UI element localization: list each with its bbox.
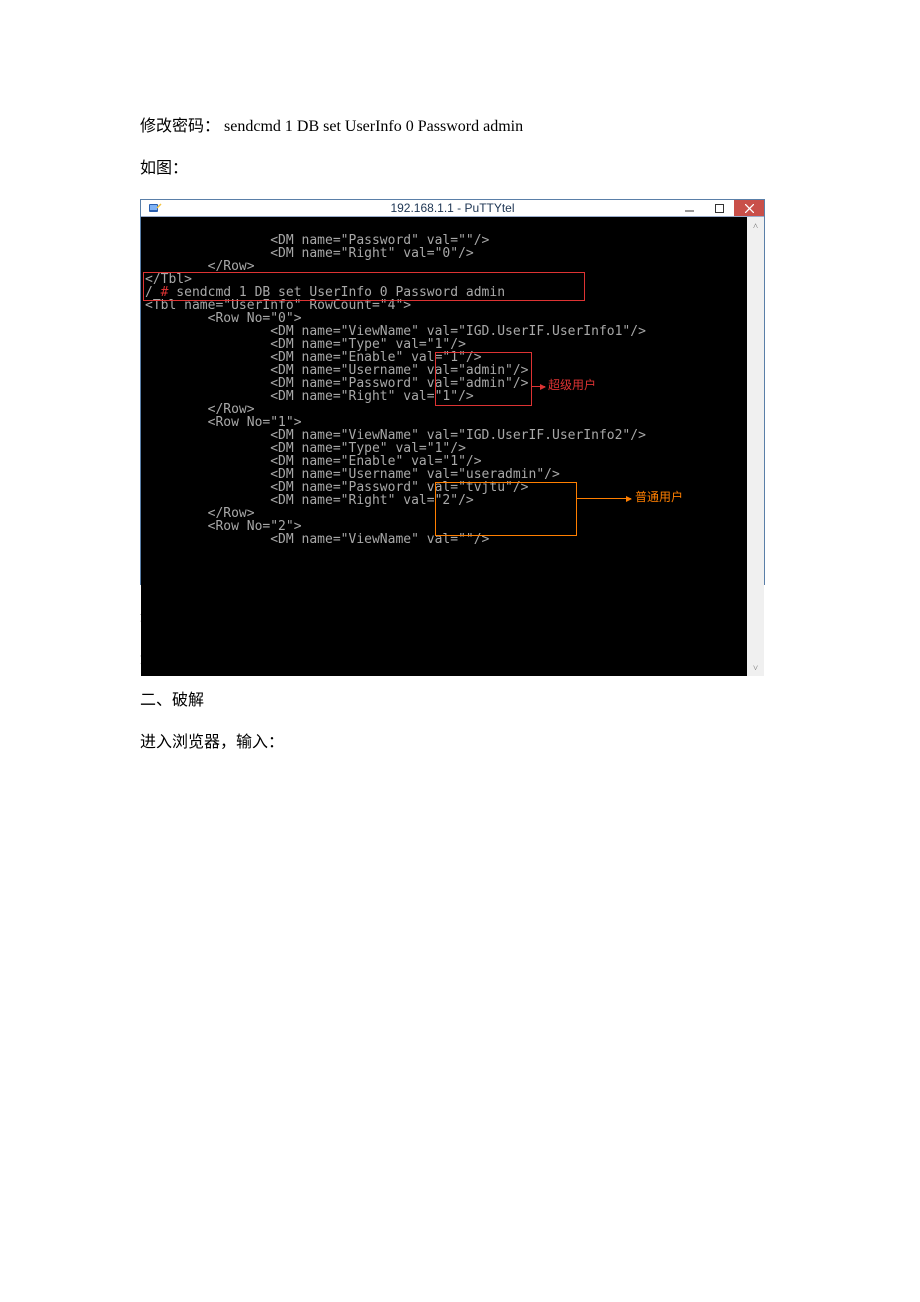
arrow-super	[531, 386, 545, 387]
scroll-down-button[interactable]: ˅	[747, 659, 764, 676]
arrow-normal	[576, 498, 631, 499]
annotation-normal-user: 普通用户	[635, 491, 683, 503]
window-buttons	[674, 200, 764, 216]
maximize-button[interactable]	[704, 200, 734, 216]
putty-icon	[147, 200, 163, 216]
window-title: 192.168.1.1 - PuTTYtel	[141, 201, 764, 215]
text-label: 修改密码：	[140, 118, 224, 135]
scroll-up-button[interactable]: ˄	[747, 217, 764, 234]
term-line: <DM name="ViewName" val=""/>	[145, 532, 489, 547]
paragraph-as-shown: 如图：	[140, 157, 780, 181]
terminal-output[interactable]: <DM name="Password" val=""/> <DM name="R…	[141, 217, 747, 676]
scrollbar[interactable]: ˄ ˅	[747, 217, 764, 676]
document-page: 修改密码： sendcmd 1 DB set UserInfo 0 Passwo…	[0, 0, 920, 1302]
titlebar: 192.168.1.1 - PuTTYtel	[141, 200, 764, 217]
command-text: sendcmd 1 DB set UserInfo 0 Password adm…	[224, 118, 523, 135]
minimize-button[interactable]	[674, 200, 704, 216]
annotation-super-user: 超级用户	[548, 379, 596, 391]
terminal-area: <DM name="Password" val=""/> <DM name="R…	[141, 217, 764, 676]
scroll-track[interactable]	[747, 234, 764, 659]
heading-section-2: 二、破解	[140, 689, 780, 713]
paragraph-browser: 进入浏览器，输入：	[140, 731, 780, 755]
paragraph-change-password: 修改密码： sendcmd 1 DB set UserInfo 0 Passwo…	[140, 115, 780, 139]
putty-window: 192.168.1.1 - PuTTYtel <DM name="Passwor…	[140, 199, 765, 585]
chevron-up-icon: ˄	[753, 221, 758, 231]
close-button[interactable]	[734, 200, 764, 216]
chevron-down-icon: ˅	[753, 663, 758, 673]
